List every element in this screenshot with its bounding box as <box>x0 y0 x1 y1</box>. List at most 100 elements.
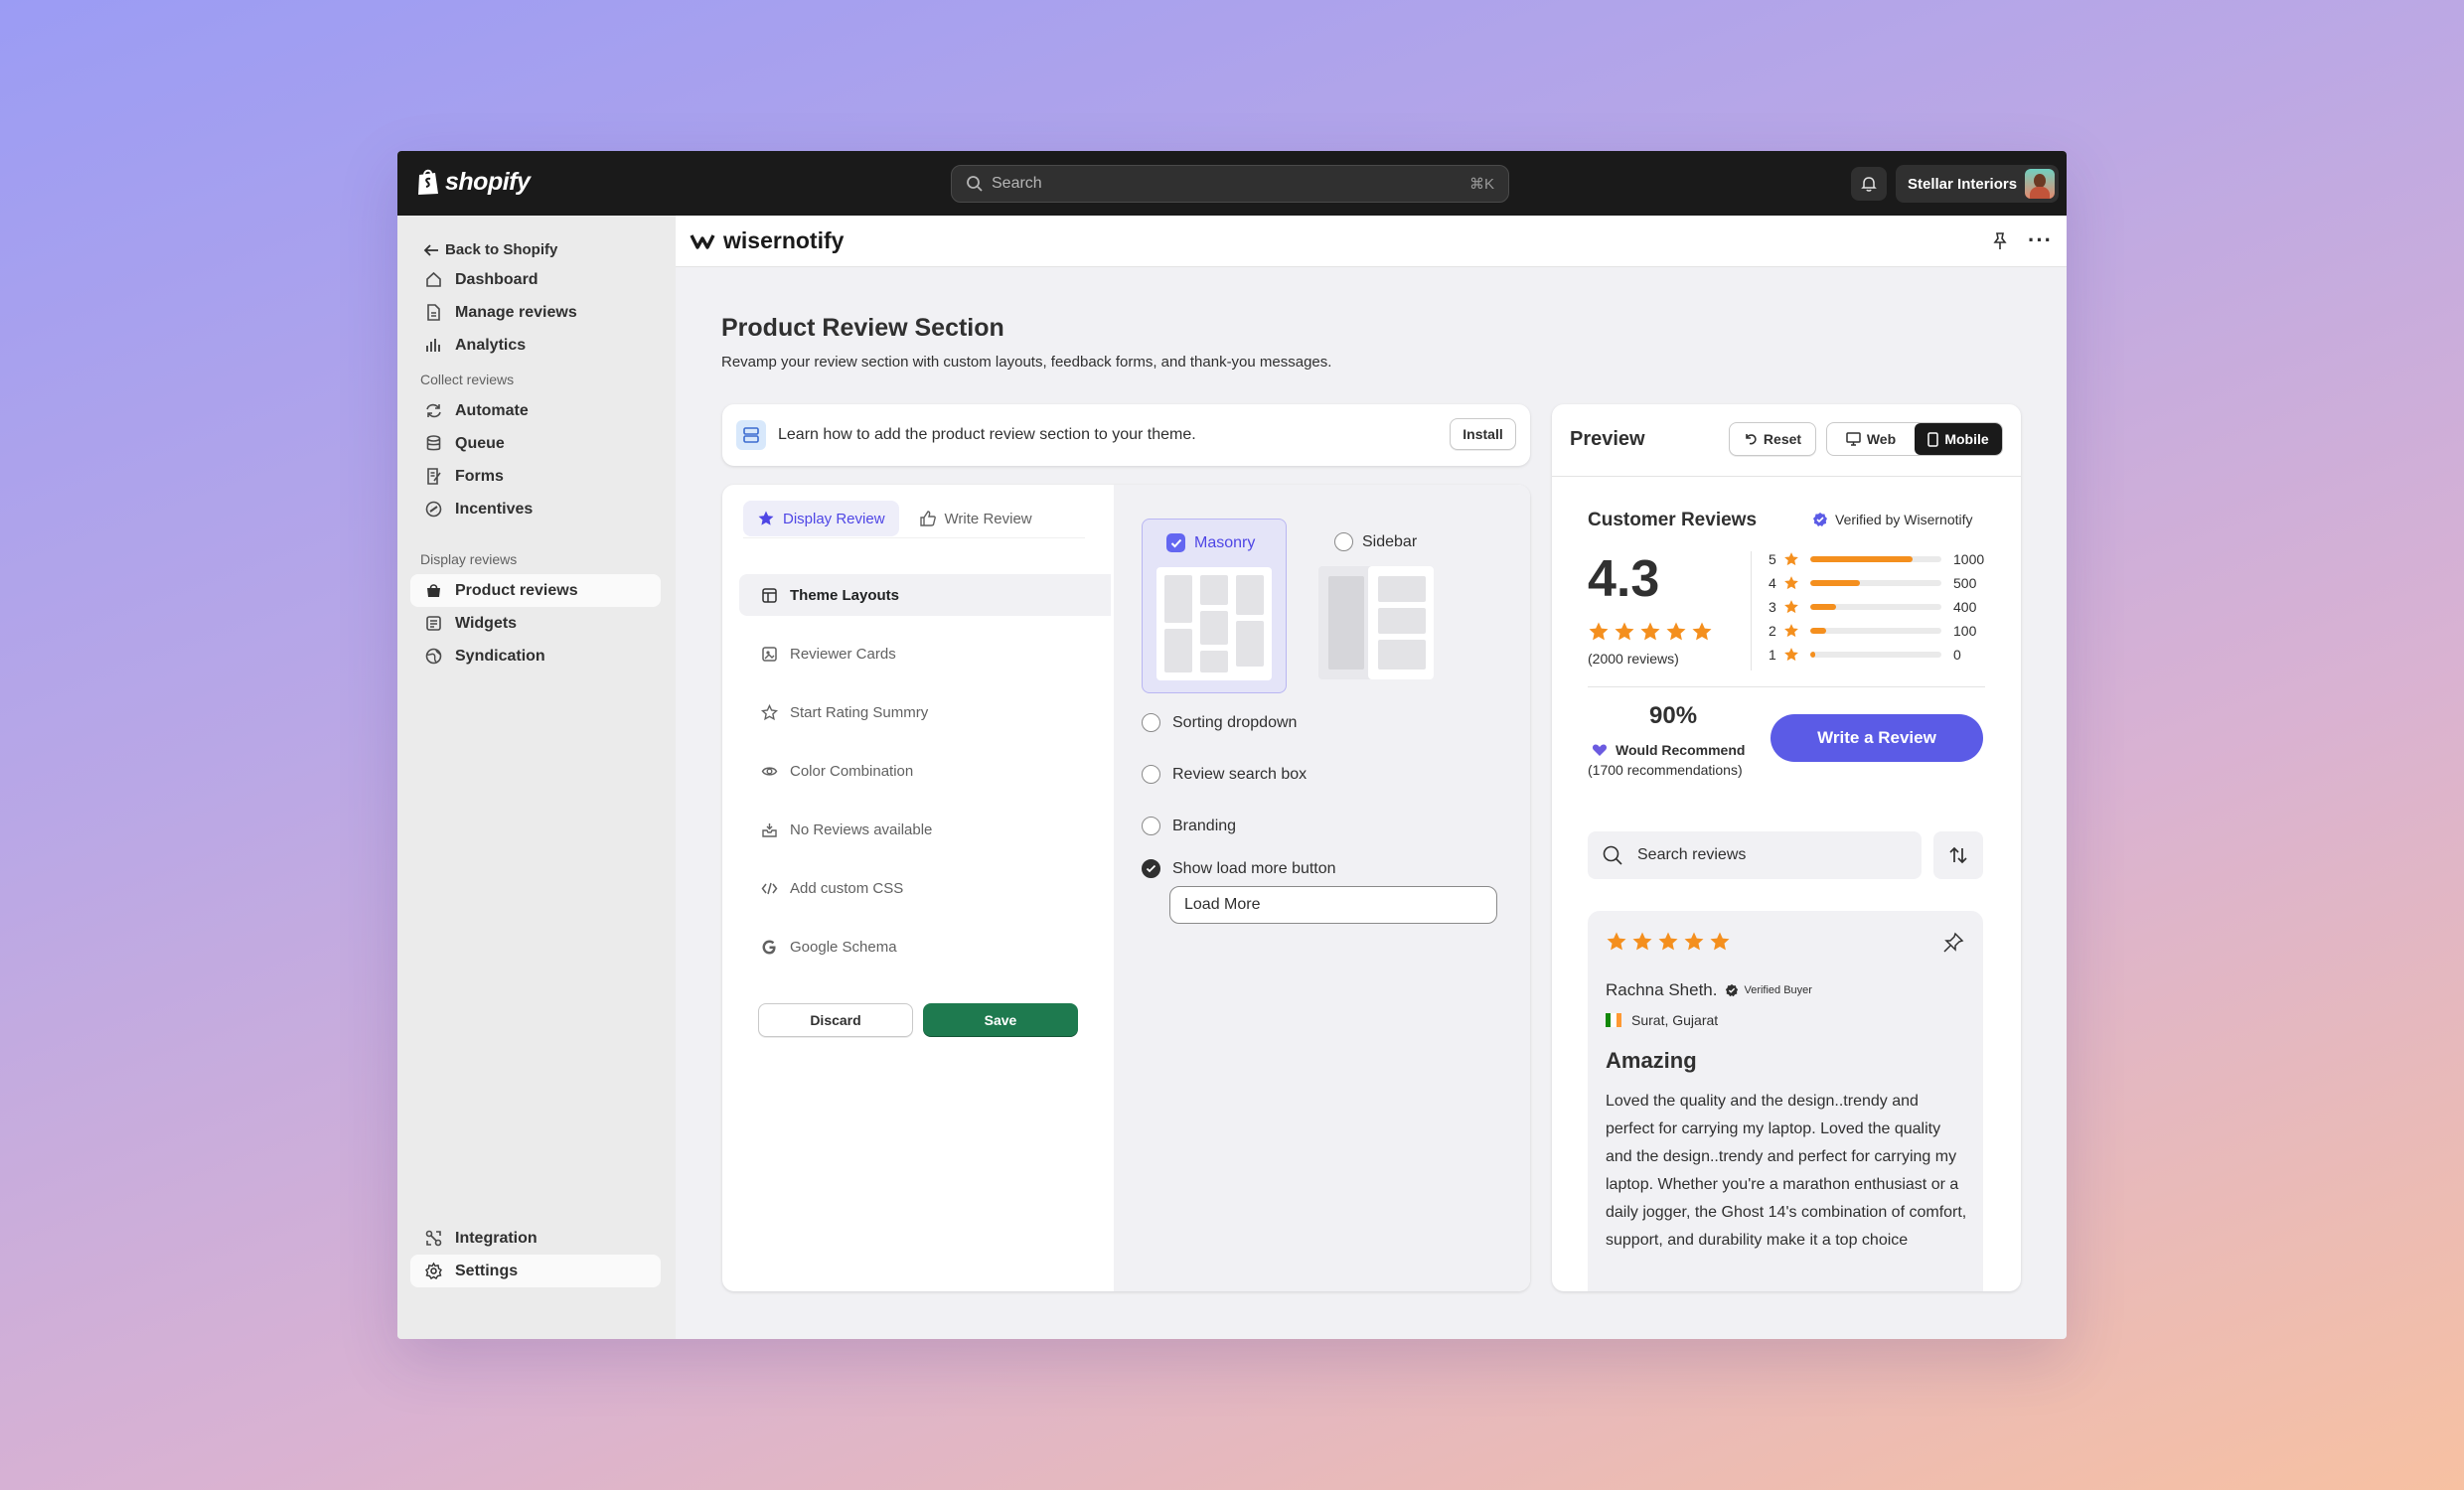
review-search-input[interactable]: Search reviews <box>1588 831 1922 879</box>
search-shortcut: ⌘K <box>1468 176 1494 193</box>
menu-label: Theme Layouts <box>790 586 900 604</box>
rating-bar-fill <box>1810 652 1816 658</box>
star-icon <box>1607 932 1626 951</box>
menu-google-schema[interactable]: Google Schema <box>739 926 1111 968</box>
option-review-search-box[interactable]: Review search box <box>1142 765 1307 784</box>
rating-level: 5 <box>1769 551 1776 567</box>
store-menu[interactable]: Stellar Interiors <box>1896 165 2059 203</box>
thumbs-up-icon <box>919 511 936 526</box>
menu-label: Google Schema <box>790 938 897 956</box>
mobile-view-button[interactable]: Mobile <box>1915 423 2002 455</box>
menu-custom-css[interactable]: Add custom CSS <box>739 867 1111 909</box>
masonry-label: Masonry <box>1166 533 1255 552</box>
rating-bar-row: 2 100 <box>1769 623 1976 639</box>
menu-label: Color Combination <box>790 762 914 780</box>
refresh-icon <box>426 403 441 418</box>
option-show-load-more[interactable]: Show load more button <box>1142 859 1336 878</box>
verified-icon <box>1726 983 1739 997</box>
india-flag-icon <box>1606 1013 1621 1027</box>
store-name: Stellar Interiors <box>1908 175 2018 193</box>
display-reviews-heading: Display reviews <box>420 551 518 567</box>
sidebar-item-integration[interactable]: Integration <box>410 1222 661 1255</box>
menu-no-reviews[interactable]: No Reviews available <box>739 809 1111 850</box>
sidebar-item-widgets[interactable]: Widgets <box>410 607 661 640</box>
shopify-bag-icon <box>418 169 438 195</box>
option-sorting-dropdown[interactable]: Sorting dropdown <box>1142 713 1297 732</box>
star-icon <box>1632 932 1652 951</box>
web-view-button[interactable]: Web <box>1827 423 1915 455</box>
star-icon <box>1589 622 1609 641</box>
rating-bar-fill <box>1810 556 1913 562</box>
layout-name: Masonry <box>1194 533 1256 551</box>
pin-icon[interactable] <box>1941 931 1965 955</box>
sidebar-label: Sidebar <box>1334 532 1417 551</box>
sidebar-item-label: Manage reviews <box>455 303 577 321</box>
install-button[interactable]: Install <box>1450 418 1516 450</box>
sidebar-thumbnail <box>1318 566 1434 679</box>
sidebar-item-label: Product reviews <box>455 581 578 599</box>
menu-color-combination[interactable]: Color Combination <box>739 750 1111 792</box>
sidebar-item-automate[interactable]: Automate <box>410 394 661 427</box>
star-icon <box>1666 622 1686 641</box>
rating-level: 3 <box>1769 599 1776 615</box>
layout-option-masonry[interactable]: Masonry <box>1142 519 1287 693</box>
tab-display-review[interactable]: Display Review <box>743 501 899 536</box>
sidebar-item-analytics[interactable]: Analytics <box>410 329 661 362</box>
reset-label: Reset <box>1763 431 1802 447</box>
recommendation-count: (1700 recommendations) <box>1588 762 1743 778</box>
tab-write-review[interactable]: Write Review <box>905 501 1046 536</box>
divider <box>1751 551 1752 670</box>
sidebar-item-settings[interactable]: Settings <box>410 1255 661 1287</box>
option-branding[interactable]: Branding <box>1142 817 1236 835</box>
preview-title: Preview <box>1570 428 1645 450</box>
sidebar-item-label: Dashboard <box>455 270 539 288</box>
shopify-logo[interactable]: shopify <box>415 167 531 197</box>
checkbox-checked-icon <box>1166 533 1185 552</box>
average-stars <box>1588 621 1713 643</box>
back-to-shopify-link[interactable]: Back to Shopify <box>423 241 557 258</box>
radio-icon <box>1142 713 1160 732</box>
layout-option-sidebar[interactable]: Sidebar <box>1318 519 1463 693</box>
sidebar-item-label: Incentives <box>455 500 534 518</box>
menu-theme-layouts[interactable]: Theme Layouts <box>739 574 1111 616</box>
sidebar-item-manage-reviews[interactable]: Manage reviews <box>410 296 661 329</box>
save-button[interactable]: Save <box>923 1003 1078 1037</box>
review-card: Rachna Sheth. Verified Buyer Surat, Guja… <box>1588 911 1983 1291</box>
globe-icon <box>425 648 442 665</box>
sidebar-item-syndication[interactable]: Syndication <box>410 640 661 672</box>
menu-reviewer-cards[interactable]: Reviewer Cards <box>739 633 1111 674</box>
star-icon <box>1784 552 1798 566</box>
write-review-button[interactable]: Write a Review <box>1771 714 1983 762</box>
sidebar-item-queue[interactable]: Queue <box>410 427 661 460</box>
more-options-icon[interactable]: ··· <box>2028 227 2053 253</box>
global-search-input[interactable]: Search ⌘K <box>951 165 1509 203</box>
rating-bar-row: 10 <box>1769 647 1961 663</box>
device-toggle: Web Mobile <box>1826 422 2003 456</box>
sidebar-item-label: Forms <box>455 467 504 485</box>
load-more-text-input[interactable]: Load More <box>1169 886 1497 924</box>
rating-count: 0 <box>1953 647 1961 663</box>
sidebar-item-forms[interactable]: Forms <box>410 460 661 493</box>
pin-icon[interactable] <box>1991 231 2009 251</box>
sidebar-item-incentives[interactable]: Incentives <box>410 493 661 525</box>
sidebar-item-product-reviews[interactable]: Product reviews <box>410 574 661 607</box>
discard-button[interactable]: Discard <box>758 1003 913 1037</box>
verified-buyer-badge: Verified Buyer <box>1725 983 1812 997</box>
review-body: Loved the quality and the design..trendy… <box>1606 1093 1967 1249</box>
sort-button[interactable] <box>1933 831 1983 879</box>
star-outline-icon <box>761 703 778 720</box>
rating-bar-fill <box>1810 628 1826 634</box>
divider <box>1552 476 2021 477</box>
sidebar-item-dashboard[interactable]: Dashboard <box>410 263 661 296</box>
menu-star-rating-summary[interactable]: Start Rating Summry <box>739 691 1111 733</box>
star-icon <box>758 511 774 525</box>
app-header: wisernotify ··· <box>676 216 2067 267</box>
notifications-button[interactable] <box>1851 167 1887 201</box>
reset-button[interactable]: Reset <box>1729 422 1816 456</box>
banner-text: Learn how to add the product review sect… <box>778 426 1196 443</box>
heart-icon <box>1592 744 1608 756</box>
star-icon <box>1784 648 1798 662</box>
radio-checked-icon <box>1142 859 1160 878</box>
review-count: (2000 reviews) <box>1588 651 1679 667</box>
top-bar: shopify Search ⌘K Stellar Interiors <box>397 151 2067 216</box>
